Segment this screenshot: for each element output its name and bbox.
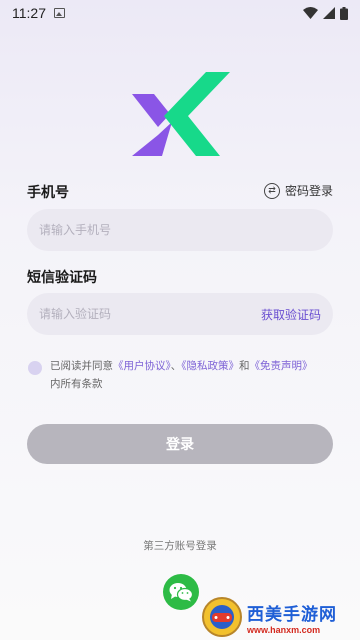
wifi-icon	[303, 7, 318, 19]
agreement-row: 已阅读并同意《用户协议》、《隐私政策》和《免责声明》 内所有条款	[28, 357, 338, 393]
image-icon	[54, 8, 65, 18]
app-logo	[132, 72, 230, 156]
swap-icon: ⇄	[263, 182, 280, 199]
status-bar: 11:27	[0, 0, 360, 26]
code-input[interactable]	[39, 307, 261, 321]
wechat-icon	[169, 583, 193, 602]
code-label: 短信验证码	[27, 269, 97, 285]
watermark-text: 西美手游网 www.hanxm.com	[247, 600, 337, 635]
disclaimer-link[interactable]: 《免责声明》	[250, 360, 313, 372]
watermark: 西美手游网 www.hanxm.com	[200, 594, 360, 640]
status-time: 11:27	[12, 5, 46, 21]
wechat-login-button[interactable]	[163, 574, 199, 610]
status-icons	[303, 6, 348, 20]
phone-label: 手机号	[27, 184, 69, 200]
password-login-switch[interactable]: ⇄ 密码登录	[263, 182, 333, 199]
code-field[interactable]: 获取验证码	[27, 293, 333, 335]
login-button[interactable]: 登录	[27, 424, 333, 464]
phone-input[interactable]	[39, 223, 321, 237]
password-login-label: 密码登录	[284, 184, 333, 198]
battery-icon	[340, 6, 348, 20]
agreement-and: 和	[239, 360, 250, 372]
phone-field[interactable]	[27, 209, 333, 251]
watermark-logo-icon	[202, 597, 242, 637]
watermark-url: www.hanxm.com	[247, 624, 321, 635]
agreement-prefix: 已阅读并同意	[50, 360, 113, 372]
agreement-text: 已阅读并同意《用户协议》、《隐私政策》和《免责声明》 内所有条款	[50, 357, 313, 393]
user-agreement-link[interactable]: 《用户协议》	[113, 360, 171, 372]
signal-icon	[323, 7, 335, 19]
third-party-login-label: 第三方账号登录	[143, 540, 217, 552]
privacy-policy-link[interactable]: 《隐私政策》	[181, 360, 239, 372]
agreement-sep: 、	[170, 360, 182, 372]
agreement-suffix: 内所有条款	[50, 378, 103, 390]
watermark-title: 西美手游网	[247, 604, 337, 625]
get-code-button[interactable]: 获取验证码	[261, 306, 321, 323]
agreement-checkbox[interactable]	[28, 361, 42, 375]
